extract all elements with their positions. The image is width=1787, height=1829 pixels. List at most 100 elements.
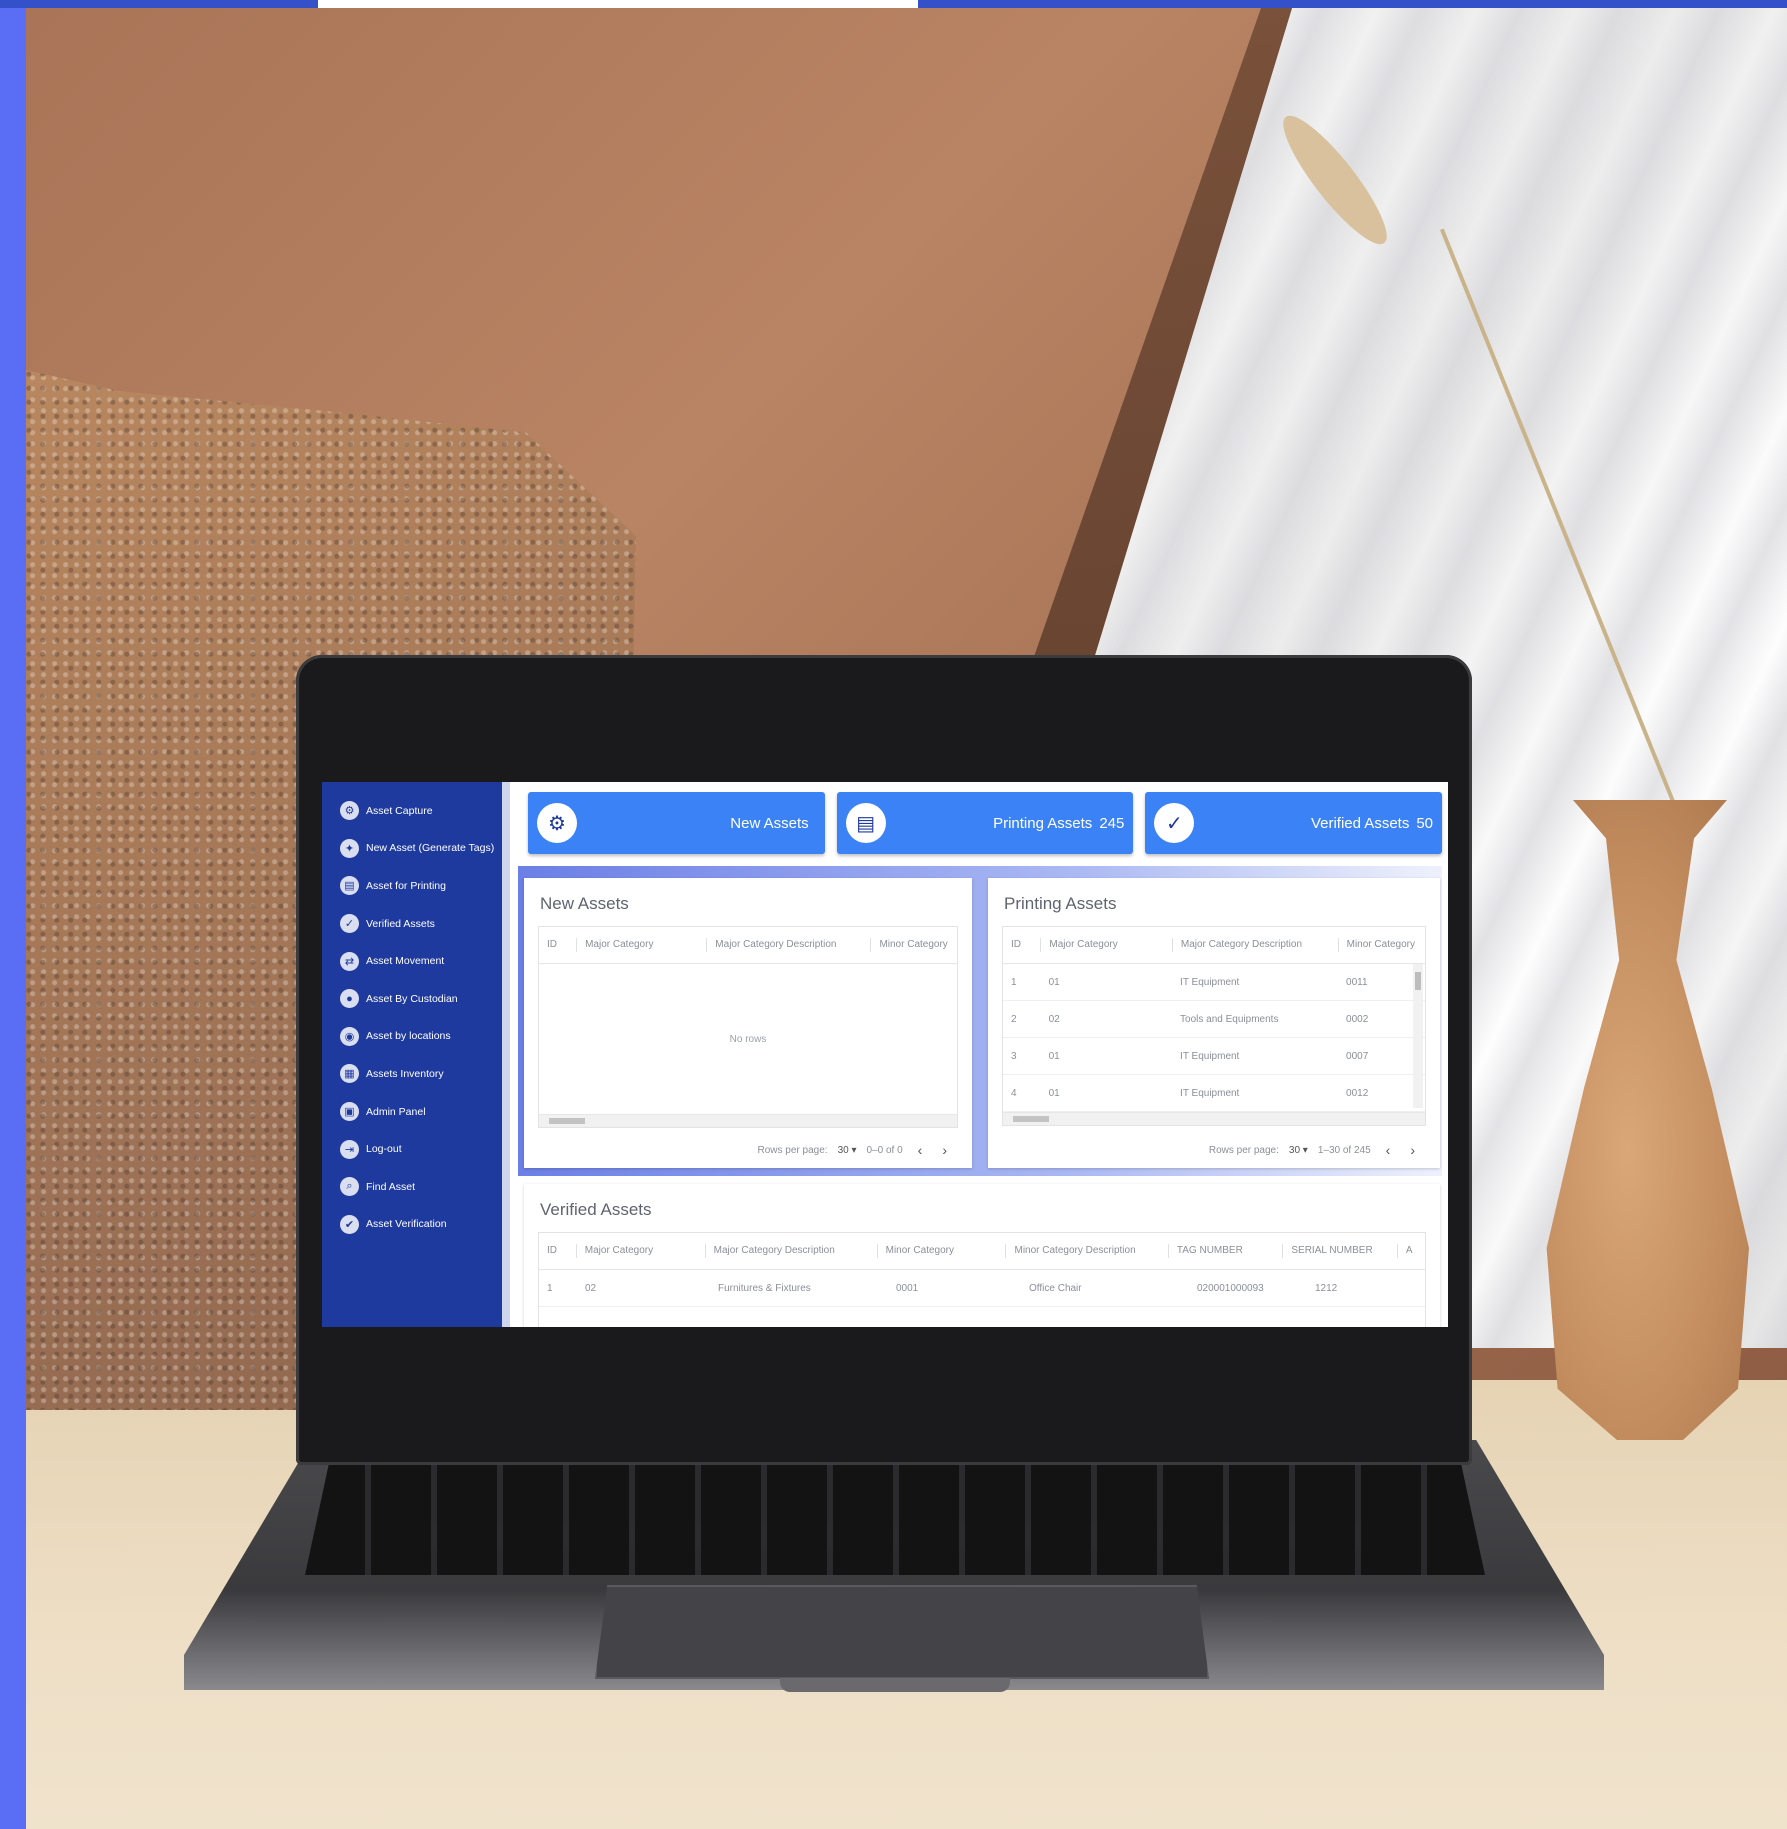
stat-card-label: Verified Assets <box>1310 814 1410 832</box>
grid-body: 1 01 IT Equipment 0011 2 02 Tools and Eq… <box>1003 964 1425 1112</box>
verified-assets-card[interactable]: ✓ Verified Assets 50 <box>1145 792 1443 854</box>
table-cell: 0011 <box>1346 976 1368 988</box>
chevron-left-icon[interactable]: ‹ <box>1381 1142 1396 1158</box>
laptop-keyboard <box>305 1465 1485 1575</box>
vertical-scrollbar[interactable] <box>1413 964 1423 1108</box>
printing-assets-grid: ID Major Category Major Category Descrip… <box>1002 926 1426 1126</box>
rows-per-page-value: 30 <box>837 1144 849 1156</box>
column-header[interactable]: Major Category Description <box>704 1244 877 1258</box>
new-assets-card[interactable]: ⚙ New Assets <box>528 792 825 854</box>
column-header[interactable]: SERIAL NUMBER <box>1282 1244 1396 1258</box>
table-cell: 01 <box>1048 1087 1060 1099</box>
table-cell: 01 <box>1048 1050 1060 1062</box>
movement-icon: ⇄ <box>340 951 359 971</box>
sidebar-item-asset-verification[interactable]: ✔ Asset Verification <box>322 1206 502 1244</box>
sidebar-item-asset-by-custodian[interactable]: ● Asset By Custodian <box>322 980 502 1018</box>
table-row[interactable]: 1 01 IT Equipment 0011 <box>1003 964 1425 1001</box>
table-row[interactable]: 2 02 Tools and Equipments 0002 <box>1003 1001 1425 1038</box>
table-cell: 3 <box>1011 1050 1017 1062</box>
table-row[interactable]: 3 01 IT Equipment 0007 <box>1003 1038 1425 1075</box>
sidebar-nav: ⚙ Asset Capture ✦ New Asset (Generate Ta… <box>322 782 502 1243</box>
panel-title: Printing Assets <box>1004 894 1117 913</box>
sidebar-item-label: Admin Panel <box>366 1105 426 1118</box>
search-icon: ⌕ <box>340 1177 359 1197</box>
table-cell: 0001 <box>896 1282 919 1294</box>
sidebar-item-label: Find Asset <box>366 1180 416 1193</box>
rows-per-page-label: Rows per page: <box>1208 1144 1279 1156</box>
rows-per-page-select[interactable]: 30 ▾ <box>838 1145 857 1156</box>
horizontal-scrollbar[interactable] <box>539 1114 957 1127</box>
column-header[interactable]: Minor Category <box>870 938 957 952</box>
table-cell: IT Equipment <box>1180 976 1240 988</box>
printing-assets-card[interactable]: ▤ Printing Assets 245 <box>836 792 1134 854</box>
sidebar-item-label: Asset for Printing <box>366 879 446 892</box>
rows-per-page-select[interactable]: 30 ▾ <box>1289 1145 1308 1156</box>
column-header[interactable]: Major Category <box>1040 938 1171 952</box>
column-header[interactable]: A <box>1396 1244 1425 1258</box>
verified-assets-grid: ID Major Category Major Category Descrip… <box>538 1232 1426 1327</box>
sidebar-item-label: Asset By Custodian <box>366 992 458 1005</box>
table-cell: IT Equipment <box>1180 1087 1240 1099</box>
table-cell: 020001000093 <box>1197 1282 1264 1294</box>
horizontal-scrollbar[interactable] <box>1003 1112 1425 1125</box>
sidebar-item-asset-by-locations[interactable]: ◉ Asset by locations <box>322 1018 502 1056</box>
table-cell: 1 <box>547 1282 553 1294</box>
column-header[interactable]: Major Category Description <box>706 938 870 952</box>
rows-per-page-label: Rows per page: <box>757 1144 828 1156</box>
chevron-right-icon[interactable]: › <box>937 1142 952 1158</box>
sidebar-item-label: Asset Verification <box>366 1218 447 1231</box>
sidebar-item-asset-for-printing[interactable]: ▤ Asset for Printing <box>322 867 502 905</box>
table-cell: 4 <box>1011 1087 1017 1099</box>
sidebar-item-asset-capture[interactable]: ⚙ Asset Capture <box>322 792 502 830</box>
table-cell: 1212 <box>1315 1282 1338 1294</box>
stat-card-label: New Assets <box>730 814 809 832</box>
column-header[interactable]: Major Category Description <box>1171 938 1338 952</box>
sidebar-item-label: Log-out <box>366 1143 402 1156</box>
tag-icon: ✦ <box>340 838 359 858</box>
sidebar-item-label: Asset Movement <box>366 955 445 968</box>
admin-icon: ▣ <box>340 1102 359 1122</box>
table-cell: 0007 <box>1346 1050 1369 1062</box>
top-accent-white <box>318 0 918 8</box>
new-assets-grid: ID Major Category Major Category Descrip… <box>538 926 958 1128</box>
sidebar-item-assets-inventory[interactable]: ▦ Assets Inventory <box>322 1055 502 1093</box>
column-header[interactable]: Major Category <box>576 938 706 952</box>
table-row[interactable]: 1 02 Furnitures & Fixtures 0001 Office C… <box>539 1270 1425 1307</box>
table-cell: 02 <box>1048 1013 1060 1025</box>
table-row[interactable]: 4 01 IT Equipment 0012 <box>1003 1075 1425 1112</box>
sidebar-item-new-asset[interactable]: ✦ New Asset (Generate Tags) <box>322 830 502 868</box>
stat-card-count: 50 <box>1416 814 1434 832</box>
sidebar: ⚙ Asset Capture ✦ New Asset (Generate Ta… <box>322 782 510 1327</box>
column-header[interactable]: ID <box>539 938 576 952</box>
page-range: 0–0 of 0 <box>866 1144 903 1156</box>
page-range: 1–30 of 245 <box>1317 1144 1371 1156</box>
column-header[interactable]: TAG NUMBER <box>1167 1244 1282 1258</box>
table-cell: 2 <box>1011 1013 1017 1025</box>
sidebar-item-label: New Asset (Generate Tags) <box>366 842 495 855</box>
chevron-left-icon[interactable]: ‹ <box>913 1142 928 1158</box>
stat-cards: ⚙ New Assets ▤ Printing Assets 245 ✓ Ver… <box>528 792 1443 854</box>
column-header[interactable]: Minor Category <box>1337 938 1425 952</box>
sidebar-item-label: Verified Assets <box>366 917 435 930</box>
sidebar-item-asset-movement[interactable]: ⇄ Asset Movement <box>322 942 502 980</box>
column-header[interactable]: ID <box>1003 938 1040 952</box>
column-header[interactable]: ID <box>539 1244 576 1258</box>
sidebar-item-label: Assets Inventory <box>366 1067 444 1080</box>
printer-icon: ▤ <box>845 803 886 843</box>
verify-icon: ✔ <box>340 1214 359 1234</box>
location-icon: ◉ <box>340 1026 359 1046</box>
column-header[interactable]: Major Category <box>575 1244 705 1258</box>
logout-icon: ⇥ <box>340 1139 359 1159</box>
sidebar-item-verified-assets[interactable]: ✓ Verified Assets <box>322 905 502 943</box>
sidebar-item-admin-panel[interactable]: ▣ Admin Panel <box>322 1093 502 1131</box>
column-header[interactable]: Minor Category Description <box>1005 1244 1167 1258</box>
column-header[interactable]: Minor Category <box>876 1244 1006 1258</box>
sidebar-item-log-out[interactable]: ⇥ Log-out <box>322 1130 502 1168</box>
pagination: Rows per page: 30 ▾ 0–0 of 0 ‹ › <box>758 1142 952 1158</box>
grid-header: ID Major Category Major Category Descrip… <box>539 927 957 964</box>
sidebar-item-find-asset[interactable]: ⌕ Find Asset <box>322 1168 502 1206</box>
new-assets-panel: New Assets ID Major Category Major Categ… <box>524 878 972 1168</box>
chevron-right-icon[interactable]: › <box>1405 1142 1420 1158</box>
rows-per-page-value: 30 <box>1288 1144 1301 1156</box>
printing-assets-panel: Printing Assets ID Major Category Major … <box>988 878 1440 1168</box>
